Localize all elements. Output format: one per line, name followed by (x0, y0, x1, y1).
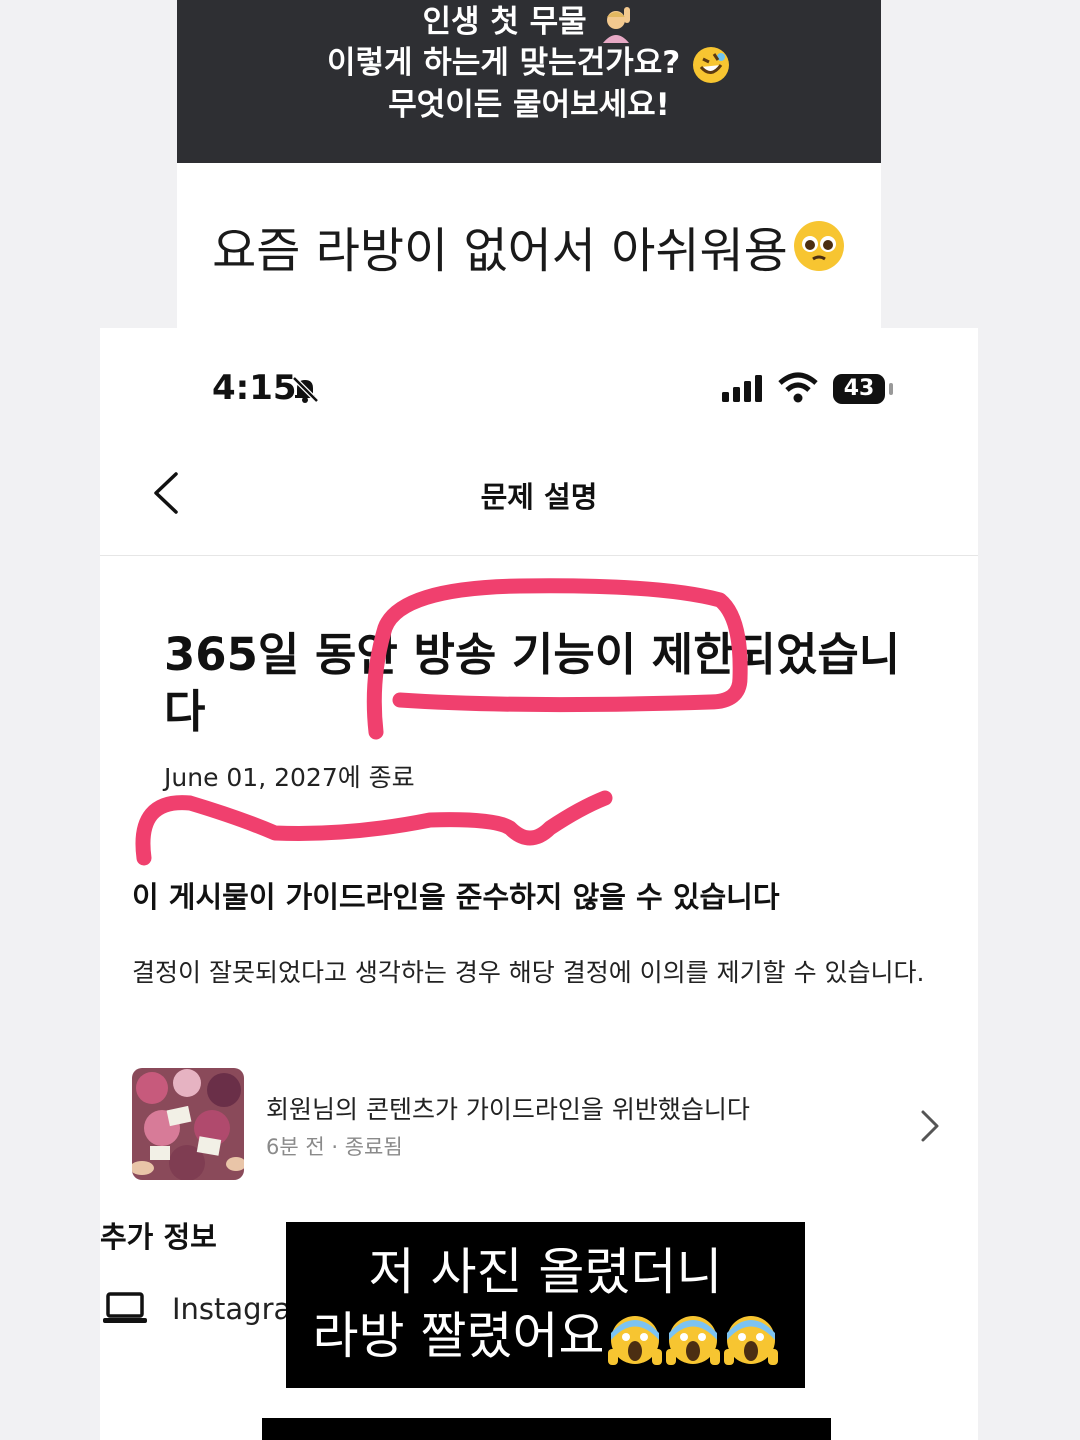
caption-line-1: 저 사진 올렸더니 (368, 1243, 723, 1301)
question-sticker: 인생 첫 무물 이렇게 하는게 맞는건가요? 무엇이든 물어보세요! (177, 0, 881, 163)
rolling-laughing-face-icon (693, 46, 730, 83)
person-raising-hand-icon (603, 6, 631, 43)
screaming-face-icon (724, 1315, 779, 1365)
question-line-3: 무엇이든 물어보세요! (388, 86, 670, 123)
caption-sticker: 저 사진 올렸더니 라방 짤렸어요 (286, 1222, 805, 1388)
question-line-2: 이렇게 하는게 맞는건가요? (326, 45, 681, 81)
circle-mark (366, 578, 748, 740)
screaming-face-icon (608, 1315, 663, 1365)
bottom-sticker-edge (262, 1418, 831, 1440)
squiggle-mark (135, 790, 613, 866)
caption-line-2: 라방 짤렸어요 (312, 1307, 605, 1365)
pleading-face-icon (793, 220, 844, 271)
answer-text: 요즘 라방이 없어서 아쉬워용 (212, 222, 788, 279)
screaming-face-icon (666, 1315, 721, 1365)
answer-card: 요즘 라방이 없어서 아쉬워용 (177, 163, 881, 328)
question-line-1: 인생 첫 무물 (422, 4, 587, 40)
